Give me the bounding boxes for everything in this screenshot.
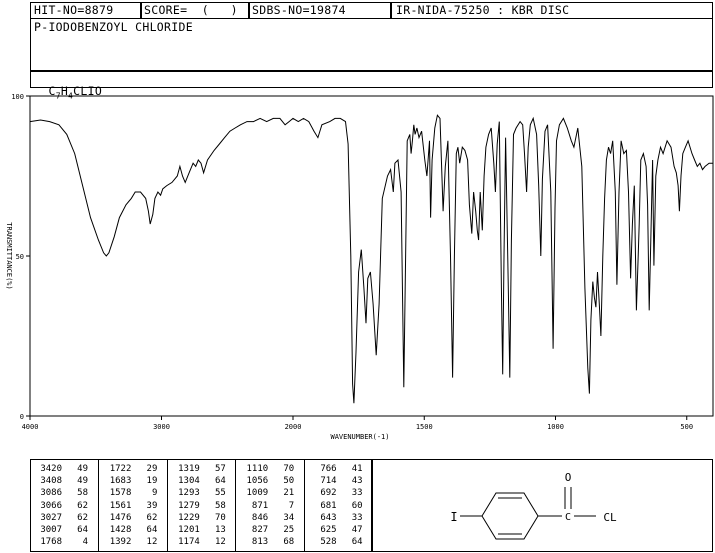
peak-transmittance: 60 (351, 500, 363, 511)
y-tick-label: 0 (20, 413, 24, 421)
x-tick-label: 500 (680, 423, 693, 431)
peak-wavenumber: 3066 (40, 500, 62, 511)
peak-wavenumber: 1174 (178, 537, 200, 548)
peak-transmittance: 68 (283, 537, 295, 548)
peak-transmittance: 70 (283, 464, 295, 474)
peak-wavenumber: 3007 (40, 525, 62, 535)
peak-wavenumber: 813 (251, 537, 269, 548)
peak-transmittance: 64 (351, 537, 363, 548)
peak-transmittance: 12 (146, 537, 158, 548)
x-axis-label: WAVENUMBER(-1) (330, 433, 389, 441)
peak-wavenumber: 1201 (178, 525, 200, 535)
peak-wavenumber: 528 (320, 537, 337, 548)
y-axis-label: TRANSMITTANCE(%) (5, 222, 13, 289)
peak-transmittance: 21 (283, 488, 295, 499)
peak-wavenumber: 643 (320, 512, 337, 523)
peak-wavenumber: 3086 (40, 488, 62, 499)
x-tick-label: 2000 (285, 423, 302, 431)
peak-wavenumber: 1561 (109, 500, 132, 511)
peak-wavenumber: 1683 (109, 476, 132, 487)
peak-wavenumber: 1056 (246, 476, 269, 487)
peak-transmittance: 64 (77, 525, 88, 535)
x-tick-label: 1000 (547, 423, 564, 431)
y-tick-label: 50 (16, 253, 24, 261)
x-tick-label: 1500 (416, 423, 433, 431)
peak-wavenumber: 1319 (178, 464, 200, 474)
peak-table: 3420 49 3408 49 3086 58 3066 62 3027 62 3007 64 1768… (30, 460, 372, 552)
peak-transmittance: 64 (146, 525, 158, 535)
peak-wavenumber: 1392 (109, 537, 132, 548)
peak-transmittance: 70 (214, 512, 226, 523)
peak-wavenumber: 1279 (178, 500, 200, 511)
peak-transmittance: 58 (214, 500, 226, 511)
x-tick-label: 4000 (22, 423, 39, 431)
ir-spectrum-chart: 4000 3000 2000 1500 1000 500 0 50 100 WAVENUMBER… (5, 93, 714, 441)
peak-wavenumber: 692 (320, 488, 337, 499)
peak-wavenumber: 1578 (109, 488, 132, 499)
peak-transmittance: 41 (351, 464, 363, 474)
chemical-structure: I C O CL (450, 471, 617, 540)
peak-wavenumber: 3027 (40, 512, 62, 523)
peak-transmittance: 50 (283, 476, 295, 487)
peak-wavenumber: 1110 (246, 464, 269, 474)
peak-transmittance: 57 (214, 464, 226, 474)
peak-transmittance: 19 (146, 476, 158, 487)
peak-wavenumber: 871 (251, 500, 269, 511)
peak-transmittance: 12 (214, 537, 226, 548)
peak-wavenumber: 625 (320, 525, 337, 535)
peak-transmittance: 33 (351, 488, 363, 499)
peak-wavenumber: 1293 (178, 488, 200, 499)
peak-transmittance: 64 (214, 476, 226, 487)
peak-transmittance: 4 (82, 537, 88, 548)
peak-wavenumber: 846 (251, 512, 269, 523)
peak-transmittance: 62 (146, 512, 158, 523)
chlorine-atom: CL (603, 511, 617, 524)
peak-wavenumber: 1768 (40, 537, 62, 548)
peak-wavenumber: 1229 (178, 512, 200, 523)
iodine-atom: I (450, 510, 457, 524)
peak-table-column: 766 41 714 43 692 33 681 60 643 33 625 47 528 64 (303, 460, 372, 552)
peak-table-column: 3420 49 3408 49 3086 58 3066 62 3027 62 3007 64 1768… (30, 460, 98, 552)
peak-transmittance: 49 (77, 464, 88, 474)
peak-transmittance: 62 (77, 500, 88, 511)
peak-wavenumber: 1009 (246, 488, 269, 499)
peak-wavenumber: 766 (320, 464, 337, 474)
y-tick-label: 100 (11, 93, 24, 101)
carbonyl-carbon: C (565, 512, 571, 523)
spectrum-line (29, 114, 713, 404)
peak-transmittance: 13 (214, 525, 226, 535)
peak-wavenumber: 681 (320, 500, 337, 511)
peak-transmittance: 55 (214, 488, 226, 499)
peak-table-column: 1319 57 1304 64 1293 55 1279 58 1229 70 1201 13 1174… (166, 460, 235, 552)
peak-transmittance: 25 (283, 525, 295, 535)
peak-wavenumber: 1428 (109, 525, 132, 535)
peak-wavenumber: 3420 (40, 464, 62, 474)
peak-transmittance: 49 (77, 476, 88, 487)
peak-transmittance: 9 (151, 488, 158, 499)
peak-wavenumber: 3408 (40, 476, 62, 487)
plot-frame (29, 95, 714, 417)
peak-transmittance: 33 (351, 512, 363, 523)
peak-transmittance: 47 (351, 525, 363, 535)
peak-table-column: 1110 70 1056 50 1009 21 871 7 846 34 827 25 813 68 (235, 460, 303, 552)
peak-transmittance: 43 (351, 476, 363, 487)
peak-wavenumber: 714 (320, 476, 337, 487)
peak-wavenumber: 827 (251, 525, 269, 535)
peak-transmittance: 39 (146, 500, 158, 511)
peak-table-column: 1722 29 1683 19 1578 9 1561 39 1476 62 1428 64 1392 1… (98, 460, 166, 552)
peak-transmittance: 34 (283, 512, 295, 523)
benzene-ring (481, 492, 539, 540)
peak-wavenumber: 1722 (109, 464, 132, 474)
peak-transmittance: 29 (146, 464, 158, 474)
peak-transmittance: 62 (77, 512, 88, 523)
peak-transmittance: 7 (288, 500, 295, 511)
peak-wavenumber: 1304 (178, 476, 200, 487)
peak-transmittance: 58 (77, 488, 88, 499)
peak-wavenumber: 1476 (109, 512, 132, 523)
x-tick-label: 3000 (153, 423, 170, 431)
oxygen-atom: O (565, 471, 572, 484)
